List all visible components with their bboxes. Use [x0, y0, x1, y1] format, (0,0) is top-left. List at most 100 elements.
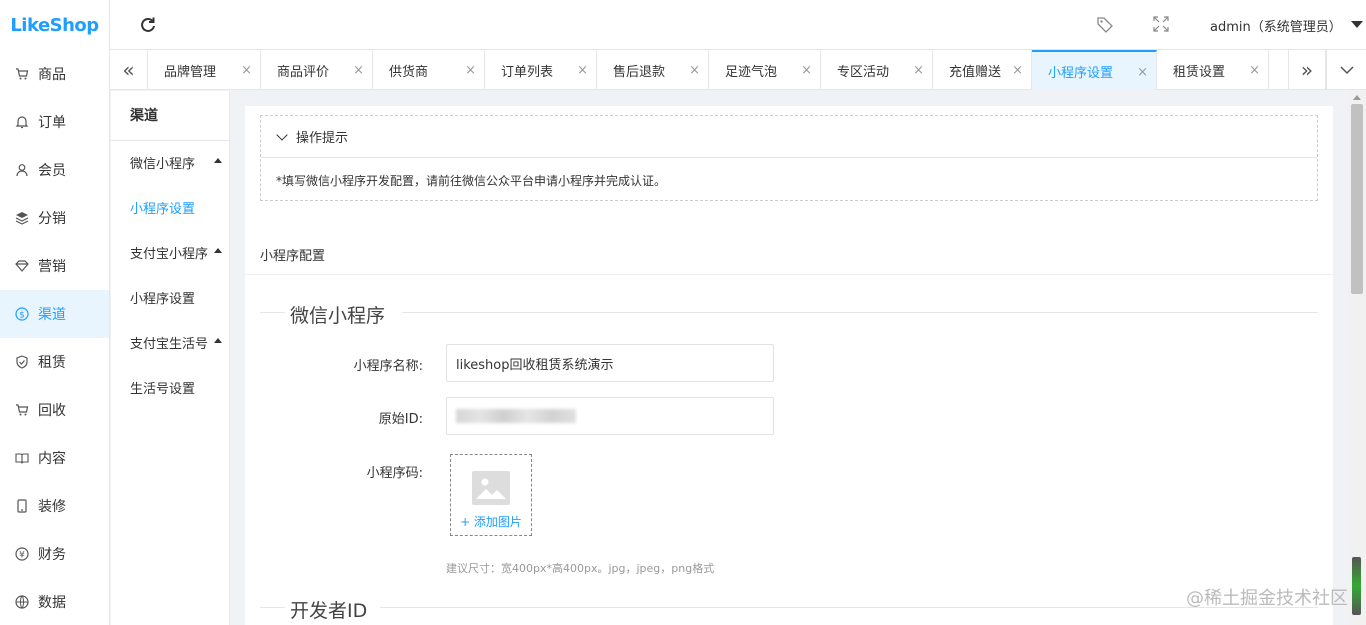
user-icon	[14, 162, 30, 178]
chevron-down-icon[interactable]	[1326, 50, 1366, 90]
sidebar-item-data[interactable]: 数据	[0, 578, 109, 625]
user-menu[interactable]: admin（系统管理员）	[1210, 16, 1342, 35]
dollar-circle-icon: $	[14, 306, 30, 322]
caret-up-icon[interactable]	[214, 158, 222, 163]
tab-label: 订单列表	[501, 64, 554, 80]
yen-circle-icon: ¥	[14, 546, 30, 562]
tabs-scroll-left-icon[interactable]: «	[110, 50, 148, 90]
cart-icon	[14, 66, 30, 82]
tag-icon[interactable]	[1096, 16, 1114, 34]
sidebar-item-content[interactable]: 内容	[0, 434, 109, 482]
svg-text:$: $	[19, 311, 25, 321]
app-logo[interactable]: LikeShop	[0, 0, 109, 50]
subnav-item-wechat-settings[interactable]: 小程序设置	[130, 198, 195, 217]
sidebar-item-finance[interactable]: ¥ 财务	[0, 530, 109, 578]
tab-label: 品牌管理	[164, 64, 217, 80]
scroll-indicator	[1352, 557, 1361, 615]
sidebar-item-label: 租赁	[38, 355, 66, 371]
tab-label: 商品评价	[277, 64, 330, 80]
sidebar-item-label: 营销	[38, 259, 66, 275]
svg-text:¥: ¥	[19, 551, 25, 561]
subnav-item-alipay-settings[interactable]: 小程序设置	[130, 288, 195, 307]
divider	[402, 312, 1318, 313]
sidebar-item-lease[interactable]: 租赁	[0, 338, 109, 386]
fieldset-title: 微信小程序	[290, 305, 386, 327]
tab-orders[interactable]: 订单列表 ×	[485, 50, 597, 90]
tip-header[interactable]: 操作提示	[261, 116, 1317, 158]
shield-icon	[14, 354, 30, 370]
tip-panel: 操作提示 *填写微信小程序开发配置，请前往微信公众平台申请小程序并完成认证。	[260, 115, 1318, 201]
close-icon[interactable]: ×	[913, 63, 924, 78]
tab-label: 充值赠送	[949, 64, 1002, 80]
name-label: 小程序名称:	[353, 359, 423, 374]
subnav-item-life-settings[interactable]: 生活号设置	[130, 378, 195, 397]
sidebar-item-label: 内容	[38, 451, 66, 467]
tab-miniprogram-settings[interactable]: 小程序设置 ×	[1032, 50, 1157, 90]
size-hint: 建议尺寸：宽400px*高400px。jpg，jpeg，png格式	[446, 562, 715, 575]
main-sidebar: LikeShop 商品 订单 会员 分销 营销 $ 渠道 租赁 回收 内容 装修…	[0, 0, 110, 625]
image-uploader[interactable]: + 添加图片	[450, 454, 532, 536]
sidebar-item-recycle[interactable]: 回收	[0, 386, 109, 434]
sidebar-item-members[interactable]: 会员	[0, 146, 109, 194]
tab-refund[interactable]: 售后退款 ×	[597, 50, 709, 90]
close-icon[interactable]: ×	[353, 63, 364, 78]
globe-icon	[14, 594, 30, 610]
channel-subnav: 渠道 微信小程序 小程序设置 支付宝小程序 小程序设置 支付宝生活号 生活号设置	[111, 91, 230, 625]
add-image-label[interactable]: + 添加图片	[451, 513, 531, 530]
chevron-down-icon	[276, 128, 288, 141]
sidebar-item-channel[interactable]: $ 渠道	[0, 290, 109, 338]
sidebar-item-decoration[interactable]: 装修	[0, 482, 109, 530]
fullscreen-icon[interactable]	[1153, 16, 1169, 32]
sidebar-item-label: 商品	[38, 67, 66, 83]
scroll-up-icon[interactable]	[1353, 95, 1361, 100]
close-icon[interactable]: ×	[1012, 63, 1023, 78]
sidebar-item-orders[interactable]: 订单	[0, 98, 109, 146]
tip-title: 操作提示	[296, 131, 349, 146]
fieldset-title: 开发者ID	[290, 600, 368, 622]
sidebar-item-distribution[interactable]: 分销	[0, 194, 109, 242]
sidebar-item-marketing[interactable]: 营销	[0, 242, 109, 290]
divider	[380, 607, 1318, 608]
subnav-group-alipay[interactable]: 支付宝小程序	[130, 243, 208, 262]
sidebar-item-goods[interactable]: 商品	[0, 50, 109, 98]
tab-label: 足迹气泡	[725, 64, 778, 80]
qrcode-label: 小程序码:	[366, 466, 423, 481]
diamond-icon	[14, 258, 30, 274]
scroll-thumb[interactable]	[1351, 104, 1363, 294]
caret-down-icon[interactable]	[1351, 21, 1363, 28]
tab-brand[interactable]: 品牌管理 ×	[148, 50, 261, 90]
subnav-title: 渠道	[111, 91, 229, 141]
miniprogram-name-input[interactable]	[446, 344, 774, 382]
close-icon[interactable]: ×	[577, 63, 588, 78]
close-icon[interactable]: ×	[801, 63, 812, 78]
tab-zone[interactable]: 专区活动 ×	[821, 50, 933, 90]
close-icon[interactable]: ×	[689, 63, 700, 78]
tab-footprint[interactable]: 足迹气泡 ×	[709, 50, 821, 90]
divider	[245, 274, 1333, 275]
sidebar-item-label: 装修	[38, 499, 66, 515]
sidebar-item-label: 会员	[38, 163, 66, 179]
caret-up-icon[interactable]	[214, 338, 222, 343]
sidebar-item-label: 财务	[38, 547, 66, 563]
close-icon[interactable]: ×	[241, 63, 252, 78]
tab-review[interactable]: 商品评价 ×	[261, 50, 373, 90]
close-icon[interactable]: ×	[1137, 65, 1148, 80]
bell-icon	[14, 114, 30, 130]
divider	[260, 312, 285, 313]
image-placeholder-icon	[472, 471, 510, 505]
divider	[260, 607, 285, 608]
top-header: admin（系统管理员）	[110, 0, 1366, 50]
subnav-group-wechat[interactable]: 微信小程序	[130, 153, 195, 172]
scrollbar[interactable]	[1348, 91, 1366, 625]
sidebar-item-label: 回收	[38, 403, 66, 419]
tab-recharge[interactable]: 充值赠送 ×	[933, 50, 1032, 90]
caret-up-icon[interactable]	[214, 248, 222, 253]
close-icon[interactable]: ×	[465, 63, 476, 78]
subnav-group-alipay-life[interactable]: 支付宝生活号	[130, 333, 208, 352]
tab-supplier[interactable]: 供货商 ×	[373, 50, 485, 90]
refresh-icon[interactable]	[138, 15, 158, 35]
tabs-scroll-right-icon[interactable]: »	[1288, 50, 1326, 90]
close-icon[interactable]: ×	[1249, 63, 1260, 78]
sidebar-item-label: 数据	[38, 595, 66, 611]
tab-lease-settings[interactable]: 租赁设置 ×	[1157, 50, 1269, 90]
